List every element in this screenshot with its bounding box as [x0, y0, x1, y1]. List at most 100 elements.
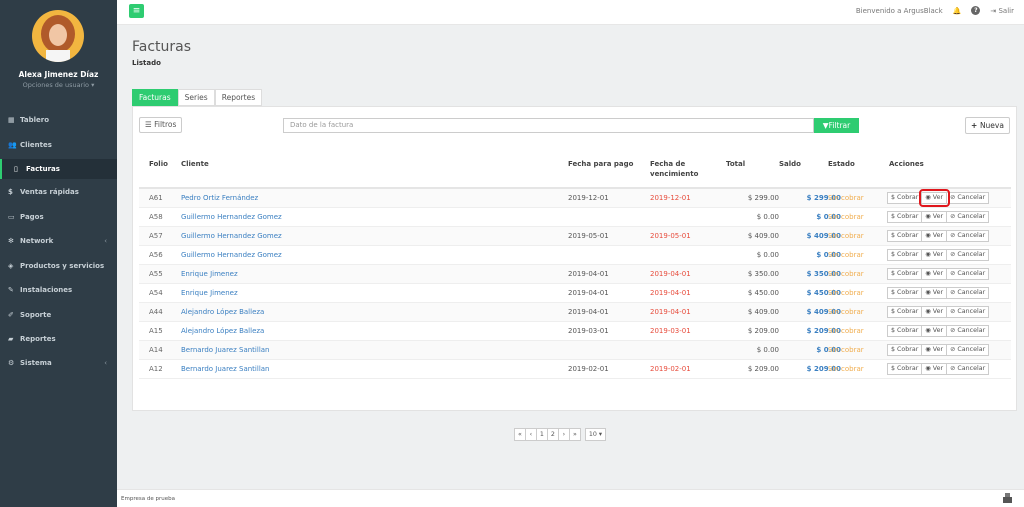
sidebar-item-tablero[interactable]: ▦ Tablero: [0, 110, 117, 130]
filter-button[interactable]: ▼Filtrar: [814, 118, 859, 133]
cancelar-button[interactable]: ⊘ Cancelar: [947, 230, 990, 242]
ver-button[interactable]: ◉ Ver: [922, 363, 948, 375]
table-row: A44 Alejandro López Balleza 2019-04-01 2019…: [139, 303, 1011, 322]
cancelar-button[interactable]: ⊘ Cancelar: [947, 306, 990, 318]
cobrar-button[interactable]: $ Cobrar: [887, 268, 923, 280]
sidebar-item-soporte[interactable]: ✐ Soporte: [0, 305, 117, 325]
header-fecha-pago[interactable]: Fecha para pago: [568, 159, 633, 169]
cobrar-button[interactable]: $ Cobrar: [887, 344, 923, 356]
cancelar-button[interactable]: ⊘ Cancelar: [947, 325, 990, 337]
client-link[interactable]: Guillermo Hernandez Gomez: [181, 227, 282, 246]
tab-reportes[interactable]: Reportes: [214, 89, 263, 106]
invoices-table: Folio Cliente Fecha para pago Fecha de ve…: [139, 151, 1011, 379]
cancelar-button[interactable]: ⊘ Cancelar: [947, 249, 990, 261]
cobrar-button[interactable]: $ Cobrar: [887, 249, 923, 261]
client-link[interactable]: Alejandro López Balleza: [181, 303, 264, 322]
client-link[interactable]: Guillermo Hernandez Gomez: [181, 246, 282, 265]
header-cliente[interactable]: Cliente: [181, 159, 209, 169]
header-acciones: Acciones: [889, 160, 924, 168]
user-options-menu[interactable]: Opciones de usuario ▾: [0, 81, 117, 89]
hamburger-icon: ≡: [132, 6, 141, 16]
ver-button[interactable]: ◉ Ver: [922, 325, 948, 337]
cancelar-button[interactable]: ⊘ Cancelar: [947, 268, 990, 280]
sidebar-item-clientes[interactable]: 👥 Clientes: [0, 135, 117, 155]
header-estado[interactable]: Estado: [828, 159, 855, 169]
ver-button[interactable]: ◉ Ver: [922, 268, 948, 280]
header-folio[interactable]: Folio: [149, 159, 168, 169]
sidebar-item-instalaciones[interactable]: ✎ Instalaciones: [0, 280, 117, 300]
cash-register-icon[interactable]: [1003, 493, 1012, 503]
row-actions: $ Cobrar ◉ Ver ⊘ Cancelar: [887, 268, 990, 280]
page-next-button[interactable]: ›: [558, 428, 570, 441]
header-total[interactable]: Total: [726, 159, 745, 169]
list-icon: ☰: [145, 120, 155, 129]
topbar-right: Bienvenido a ArgusBlack 🔔 ? ⇥ Salir: [856, 6, 1014, 15]
dashboard-icon: ▦: [8, 116, 15, 124]
status-badge: Sin cobrar: [828, 194, 864, 202]
help-icon[interactable]: ?: [971, 6, 981, 15]
cobrar-button[interactable]: $ Cobrar: [887, 306, 923, 318]
row-actions: $ Cobrar ◉ Ver ⊘ Cancelar: [887, 344, 990, 356]
cell-folio: A61: [149, 194, 163, 202]
client-link[interactable]: Alejandro López Balleza: [181, 322, 264, 341]
cell-fecha-vencimiento: 2019-02-01: [650, 365, 691, 373]
page-last-button[interactable]: »: [569, 428, 581, 441]
ver-button[interactable]: ◉ Ver: [922, 287, 948, 299]
sidebar-item-ventas-rapidas[interactable]: $ Ventas rápidas: [0, 182, 117, 202]
header-fecha-vencimiento[interactable]: Fecha de vencimiento: [650, 159, 698, 179]
sidebar-item-productos[interactable]: ◈ Productos y servicios: [0, 256, 117, 276]
client-link[interactable]: Bernardo Juarez Santillan: [181, 360, 270, 379]
sidebar-item-reportes[interactable]: ▰ Reportes: [0, 329, 117, 349]
client-link[interactable]: Guillermo Hernandez Gomez: [181, 208, 282, 227]
tab-facturas[interactable]: Facturas: [132, 89, 178, 106]
ver-button[interactable]: ◉ Ver: [919, 189, 951, 207]
wrench-icon: ✎: [8, 286, 14, 294]
cobrar-button[interactable]: $ Cobrar: [887, 363, 923, 375]
cobrar-button[interactable]: $ Cobrar: [887, 192, 923, 204]
page-first-button[interactable]: «: [514, 428, 526, 441]
page-2-button[interactable]: 2: [547, 428, 559, 441]
eye-icon: ◉: [925, 194, 933, 201]
cell-folio: A56: [149, 251, 163, 259]
page-prev-button[interactable]: ‹: [525, 428, 537, 441]
cobrar-button[interactable]: $ Cobrar: [887, 287, 923, 299]
tool-icon: ✐: [8, 311, 14, 319]
header-saldo[interactable]: Saldo: [779, 159, 801, 169]
ver-button[interactable]: ◉ Ver: [922, 306, 948, 318]
sidebar-item-facturas[interactable]: ▯ Facturas: [0, 159, 117, 179]
cobrar-button[interactable]: $ Cobrar: [887, 325, 923, 337]
client-link[interactable]: Enrique Jimenez: [181, 265, 238, 284]
filters-button[interactable]: ☰ Filtros: [139, 117, 183, 133]
tab-series[interactable]: Series: [177, 89, 215, 106]
cancelar-button[interactable]: ⊘ Cancelar: [947, 211, 990, 223]
page-size-select[interactable]: 10 ▾: [584, 428, 607, 441]
cancelar-button[interactable]: ⊘ Cancelar: [947, 363, 990, 375]
new-invoice-button[interactable]: + Nueva: [965, 117, 1010, 134]
sidebar-item-sistema[interactable]: ⚙ Sistema ‹: [0, 353, 117, 373]
sidebar-item-pagos[interactable]: ▭ Pagos: [0, 207, 117, 227]
ver-button[interactable]: ◉ Ver: [922, 211, 948, 223]
cell-folio: A57: [149, 232, 163, 240]
cell-fecha-vencimiento: 2019-04-01: [650, 270, 691, 278]
cobrar-button[interactable]: $ Cobrar: [887, 230, 923, 242]
menu-toggle-button[interactable]: ≡: [129, 4, 144, 18]
avatar[interactable]: [32, 10, 84, 62]
cancelar-button[interactable]: ⊘ Cancelar: [947, 287, 990, 299]
logout-link[interactable]: ⇥ Salir: [990, 7, 1014, 15]
client-link[interactable]: Pedro Ortiz Fernández: [181, 189, 258, 208]
client-link[interactable]: Enrique Jimenez: [181, 284, 238, 303]
client-link[interactable]: Bernardo Juarez Santillan: [181, 341, 270, 360]
ver-button[interactable]: ◉ Ver: [922, 249, 948, 261]
cancelar-button[interactable]: ⊘ Cancelar: [947, 192, 990, 204]
main-content: Facturas Listado Facturas Series Reporte…: [117, 25, 1024, 489]
ver-button[interactable]: ◉ Ver: [922, 344, 948, 356]
row-actions: $ Cobrar ◉ Ver ⊘ Cancelar: [887, 211, 990, 223]
ver-button[interactable]: ◉ Ver: [922, 230, 948, 242]
status-badge: Sin cobrar: [828, 308, 864, 316]
bell-icon[interactable]: 🔔: [953, 7, 962, 15]
sidebar-item-network[interactable]: ✻ Network ‹: [0, 231, 117, 251]
cancelar-button[interactable]: ⊘ Cancelar: [947, 344, 990, 356]
page-1-button[interactable]: 1: [536, 428, 548, 441]
cobrar-button[interactable]: $ Cobrar: [887, 211, 923, 223]
search-input[interactable]: Dato de la factura: [283, 118, 814, 133]
